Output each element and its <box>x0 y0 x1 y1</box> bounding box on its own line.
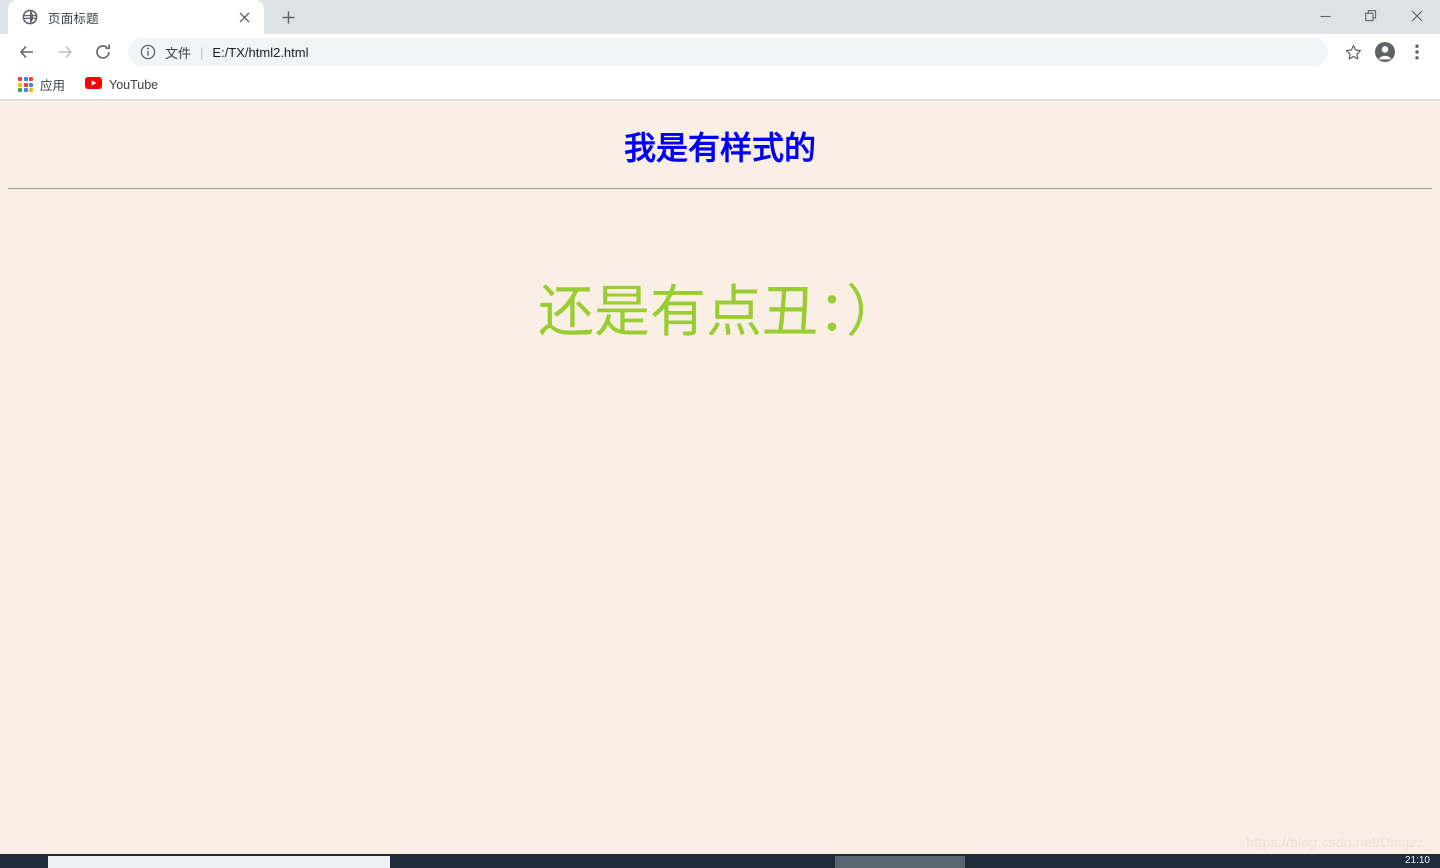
page-paragraph: 还是有点丑：） <box>538 280 902 345</box>
minimize-icon[interactable] <box>1302 0 1348 32</box>
browser-toolbar: 文件 | E:/TX/html2.html <box>0 34 1440 70</box>
star-icon[interactable] <box>1338 37 1368 67</box>
window-controls <box>1302 0 1440 32</box>
bookmarks-bar: 应用 YouTube <box>0 70 1440 100</box>
apps-grid-icon <box>18 77 33 92</box>
bookmark-youtube-label: YouTube <box>109 77 159 92</box>
globe-icon <box>22 9 38 25</box>
address-separator: | <box>200 44 204 60</box>
taskbar-window-button[interactable] <box>835 856 965 868</box>
new-tab-button[interactable] <box>274 3 302 31</box>
bookmark-youtube[interactable]: YouTube <box>77 73 166 97</box>
page-heading: 我是有样式的 <box>623 129 816 167</box>
reload-icon[interactable] <box>87 36 119 68</box>
address-url-text: E:/TX/html2.html <box>212 44 309 60</box>
os-taskbar: 21:10 <box>0 854 1440 868</box>
watermark-text: https://blog.csdn.net/Dingzz_ <box>1246 834 1432 850</box>
back-arrow-icon[interactable] <box>11 36 43 68</box>
address-scheme-label: 文件 <box>165 45 192 61</box>
close-icon[interactable] <box>1394 0 1440 32</box>
tab-title: 页面标题 <box>48 11 99 26</box>
info-circle-icon[interactable] <box>140 44 156 60</box>
bookmark-apps-label: 应用 <box>40 79 66 93</box>
forward-arrow-icon[interactable] <box>49 36 81 68</box>
taskbar-clock[interactable]: 21:10 <box>1405 855 1430 867</box>
tab-strip: 页面标题 <box>0 0 1440 34</box>
address-bar[interactable]: 文件 | E:/TX/html2.html <box>128 38 1328 66</box>
youtube-icon <box>85 76 103 94</box>
browser-window: 页面标题 文件 | E:/TX/html2.html 应用 YouTube 我是… <box>0 0 1440 854</box>
browser-tab[interactable]: 页面标题 <box>8 0 264 34</box>
bookmark-apps[interactable]: 应用 <box>10 73 73 97</box>
profile-avatar-icon[interactable] <box>1370 37 1400 67</box>
restore-icon[interactable] <box>1348 0 1394 32</box>
tab-close-icon[interactable] <box>234 7 254 27</box>
toolbar-actions <box>1336 37 1432 67</box>
taskbar-active-window-button[interactable] <box>48 856 390 868</box>
three-dot-menu-icon[interactable] <box>1402 37 1432 67</box>
page-viewport: 我是有样式的 还是有点丑：） https://blog.csdn.net/Din… <box>0 101 1440 854</box>
